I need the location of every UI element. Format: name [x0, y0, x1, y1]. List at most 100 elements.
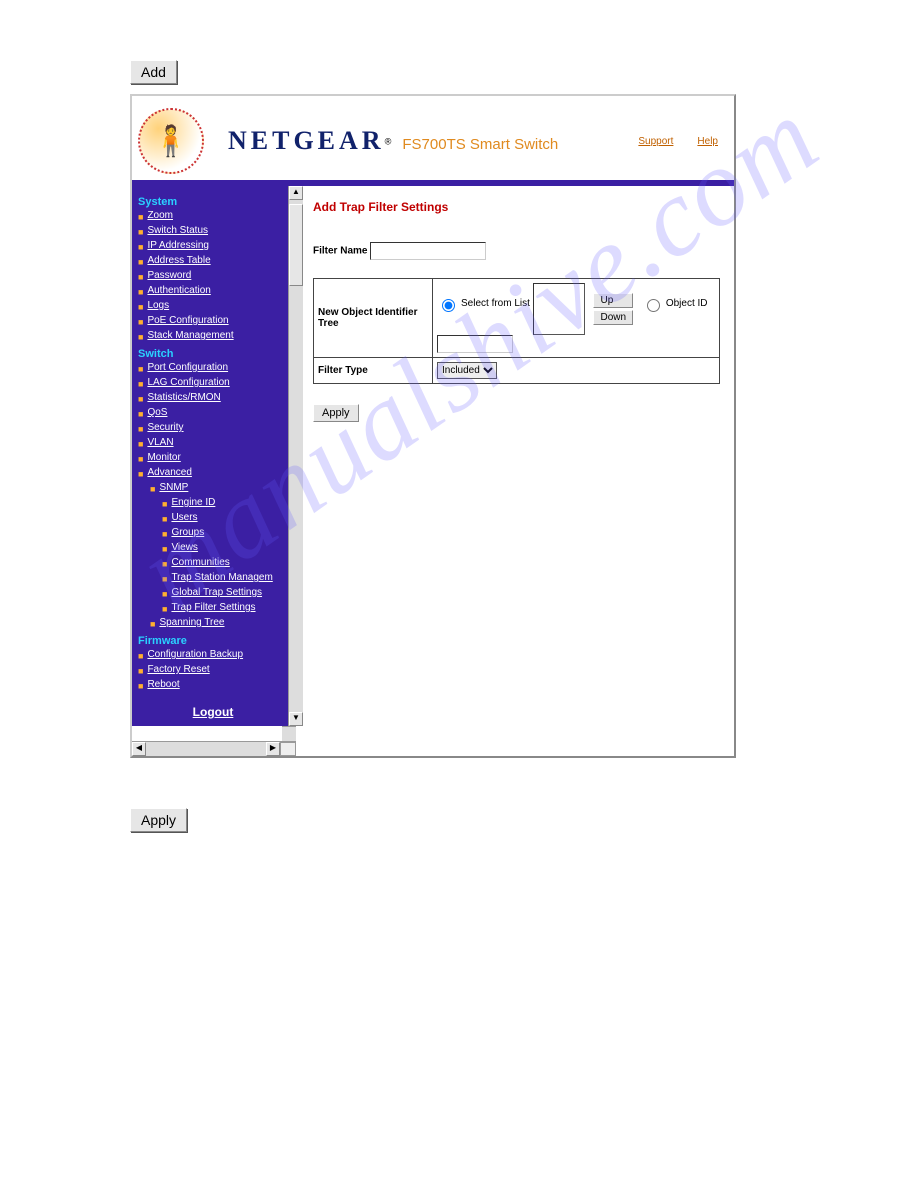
- product-subtitle: FS700TS Smart Switch: [402, 136, 558, 153]
- sidebar-item-label: PoE Configuration: [147, 315, 228, 326]
- sidebar-item-lag-configuration[interactable]: ■LAG Configuration: [138, 377, 288, 391]
- bullet-icon: ■: [138, 452, 143, 466]
- sidebar-item-spanning-tree[interactable]: ■Spanning Tree: [150, 617, 288, 631]
- sidebar-item-statistics-rmon[interactable]: ■ Statistics/RMON: [138, 392, 288, 406]
- bullet-icon: ■: [138, 285, 143, 299]
- sidebar-item-port-configuration[interactable]: ■Port Configuration: [138, 362, 288, 376]
- sidebar-item-stack-management[interactable]: ■Stack Management: [138, 330, 288, 344]
- sidebar-item-monitor[interactable]: ■Monitor: [138, 452, 288, 466]
- up-button[interactable]: Up: [593, 293, 633, 308]
- sidebar-item-global-trap-settings[interactable]: ■Global Trap Settings: [162, 587, 288, 601]
- sidebar-item-zoom[interactable]: ■ Zoom: [138, 210, 288, 224]
- object-identifier-controls: Select from List Up Down Object ID: [433, 279, 720, 358]
- scroll-track-h[interactable]: [146, 742, 266, 756]
- sidebar-item-address-table[interactable]: ■ Address Table: [138, 255, 288, 269]
- scroll-track[interactable]: [289, 286, 303, 712]
- sidebar-vertical-scrollbar[interactable]: ▲ ▼: [288, 186, 303, 726]
- sidebar-item-poe-configuration[interactable]: ■PoE Configuration: [138, 315, 288, 329]
- radio-select-from-list-wrap[interactable]: Select from List: [437, 296, 530, 312]
- bullet-icon: ■: [138, 664, 143, 678]
- sidebar-item-label: Trap Filter Settings: [171, 602, 255, 613]
- sidebar-item-authentication[interactable]: ■ Authentication: [138, 285, 288, 299]
- sidebar-item-reboot[interactable]: ■Reboot: [138, 679, 288, 693]
- sidebar-item-label: Views: [171, 542, 198, 553]
- sidebar-item-label: Authentication: [147, 285, 210, 296]
- oid-listbox[interactable]: [533, 283, 585, 335]
- sidebar-item-vlan[interactable]: ■VLAN: [138, 437, 288, 451]
- scroll-thumb[interactable]: [289, 204, 303, 286]
- sidebar-item-label: Statistics/RMON: [147, 392, 220, 403]
- sidebar-item-password[interactable]: ■Password: [138, 270, 288, 284]
- sidebar-item-label: Logs: [147, 300, 169, 311]
- top-links: Support Help: [638, 136, 724, 147]
- sidebar-item-groups[interactable]: ■Groups: [162, 527, 288, 541]
- sidebar-item-label: Zoom: [147, 210, 173, 221]
- radio-select-label: Select from List: [461, 298, 530, 309]
- filter-type-select[interactable]: Included: [437, 362, 497, 379]
- radio-object-id-wrap[interactable]: Object ID: [642, 296, 708, 312]
- logout-link[interactable]: Logout: [138, 705, 288, 719]
- bullet-icon: ■: [138, 255, 143, 269]
- bullet-icon: ■: [138, 330, 143, 344]
- radio-select-from-list[interactable]: [442, 299, 455, 312]
- sidebar-item-label: Address Table: [147, 255, 210, 266]
- sidebar-item-advanced[interactable]: ■Advanced: [138, 467, 288, 481]
- sidebar-item-label: QoS: [147, 407, 167, 418]
- object-identifier-label: New Object Identifier Tree: [314, 279, 433, 358]
- config-table: New Object Identifier Tree Select from L…: [313, 278, 720, 384]
- sidebar-horizontal-scrollbar[interactable]: ◀ ▶: [132, 741, 296, 756]
- bullet-icon: ■: [138, 679, 143, 693]
- support-link[interactable]: Support: [638, 136, 673, 147]
- page-title: Add Trap Filter Settings: [313, 200, 720, 214]
- bullet-icon: ■: [138, 210, 143, 224]
- sidebar: System ■ Zoom ■Switch Status ■IP Addressi…: [132, 186, 288, 726]
- sidebar-item-switch-status[interactable]: ■Switch Status: [138, 225, 288, 239]
- sidebar-section-switch: Switch: [138, 348, 288, 360]
- sidebar-item-configuration-backup[interactable]: ■Configuration Backup: [138, 649, 288, 663]
- bullet-icon: ■: [138, 225, 143, 239]
- apply-inner-button[interactable]: Apply: [313, 404, 359, 422]
- sidebar-scrollbar-corner-col: [282, 726, 296, 741]
- bullet-icon: ■: [150, 482, 155, 496]
- sidebar-item-ip-addressing[interactable]: ■IP Addressing: [138, 240, 288, 254]
- netgear-logo-icon: 🧍: [138, 108, 204, 174]
- body-row: System ■ Zoom ■Switch Status ■IP Addressi…: [132, 186, 734, 726]
- radio-object-id[interactable]: [647, 299, 660, 312]
- sidebar-item-users[interactable]: ■Users: [162, 512, 288, 526]
- sidebar-item-logs[interactable]: ■ Logs: [138, 300, 288, 314]
- scroll-left-icon[interactable]: ◀: [132, 742, 146, 756]
- filter-name-label: Filter Name: [313, 246, 367, 257]
- add-button[interactable]: Add: [130, 60, 177, 84]
- header-bar: 🧍 NETGEAR® FS700TS Smart Switch Support …: [132, 96, 734, 180]
- sidebar-item-trap-station-management[interactable]: ■Trap Station Managem: [162, 572, 288, 586]
- brand-block: NETGEAR® FS700TS Smart Switch: [228, 126, 558, 156]
- bullet-icon: ■: [138, 300, 143, 314]
- scroll-up-icon[interactable]: ▲: [289, 186, 303, 200]
- apply-button[interactable]: Apply: [130, 808, 187, 832]
- sidebar-item-communities[interactable]: ■Communities: [162, 557, 288, 571]
- sidebar-item-qos[interactable]: ■QoS: [138, 407, 288, 421]
- object-id-input[interactable]: [437, 335, 513, 353]
- page-content: Add 🧍 NETGEAR® FS700TS Smart Switch Supp…: [0, 0, 918, 872]
- sidebar-section-system: System: [138, 196, 288, 208]
- filter-name-input[interactable]: [370, 242, 486, 260]
- help-link[interactable]: Help: [697, 136, 718, 147]
- bullet-icon: ■: [138, 649, 143, 663]
- bullet-icon: ■: [162, 602, 167, 616]
- scroll-down-icon[interactable]: ▼: [289, 712, 303, 726]
- object-identifier-row: New Object Identifier Tree Select from L…: [314, 279, 720, 358]
- sidebar-item-security[interactable]: ■Security: [138, 422, 288, 436]
- bullet-icon: ■: [138, 392, 143, 406]
- scroll-right-icon[interactable]: ▶: [266, 742, 280, 756]
- scroll-corner: [280, 742, 296, 756]
- down-button[interactable]: Down: [593, 310, 633, 325]
- bullet-icon: ■: [150, 617, 155, 631]
- sidebar-item-views[interactable]: ■Views: [162, 542, 288, 556]
- sidebar-item-engine-id[interactable]: ■Engine ID: [162, 497, 288, 511]
- sidebar-item-factory-reset[interactable]: ■Factory Reset: [138, 664, 288, 678]
- bullet-icon: ■: [162, 527, 167, 541]
- sidebar-item-trap-filter-settings[interactable]: ■ Trap Filter Settings: [162, 602, 288, 616]
- bullet-icon: ■: [162, 587, 167, 601]
- sidebar-item-label: Trap Station Managem: [171, 572, 272, 583]
- sidebar-item-snmp[interactable]: ■SNMP: [150, 482, 288, 496]
